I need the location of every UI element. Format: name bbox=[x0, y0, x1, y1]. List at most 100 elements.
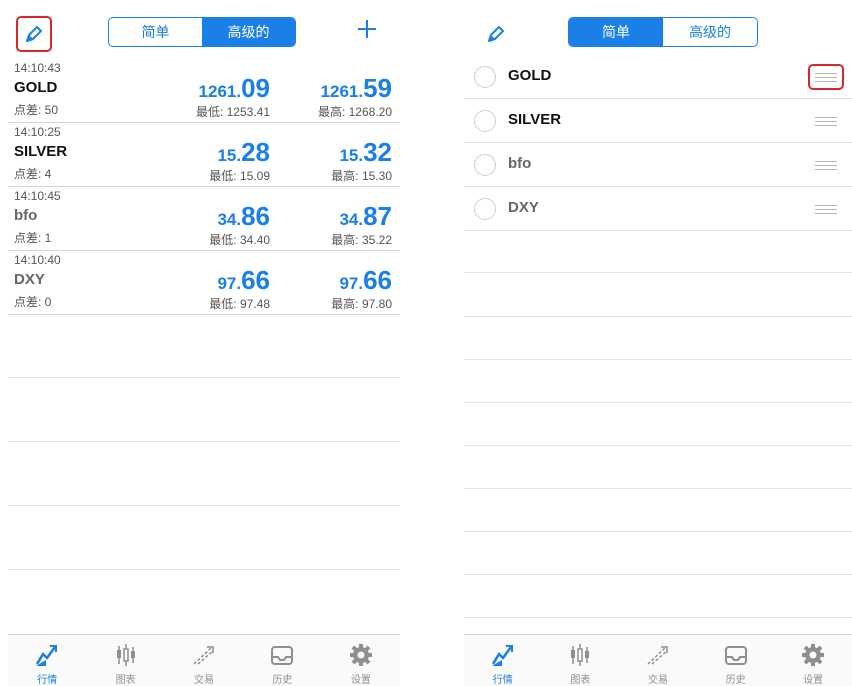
tab-trade[interactable]: 交易 bbox=[165, 635, 243, 686]
tab-settings[interactable]: 设置 bbox=[774, 635, 852, 686]
tab-label: 历史 bbox=[272, 675, 293, 686]
add-symbol-button[interactable] bbox=[352, 14, 382, 46]
ask-price: 15.32 bbox=[339, 137, 392, 167]
quote-row-gold[interactable]: 14:10:43 GOLD 点差: 50 1261.09 1261.59 最低:… bbox=[8, 59, 400, 123]
ask-price: 34.87 bbox=[339, 201, 392, 231]
reorder-handle-icon[interactable] bbox=[808, 152, 844, 178]
tab-quotes[interactable]: 行情 bbox=[8, 635, 86, 686]
select-radio[interactable] bbox=[474, 154, 496, 176]
divider bbox=[464, 488, 852, 489]
segment-simple[interactable]: 简单 bbox=[109, 18, 202, 46]
mode-segmented-control: 简单 高级的 bbox=[108, 17, 296, 47]
tab-label: 交易 bbox=[194, 675, 215, 686]
gear-icon bbox=[798, 641, 828, 669]
quote-symbol: SILVER bbox=[14, 143, 68, 160]
tab-chart[interactable]: 图表 bbox=[542, 635, 620, 686]
quote-time: 14:10:43 bbox=[14, 61, 61, 75]
symbol-row-gold: GOLD bbox=[464, 55, 852, 99]
quote-spread: 点差: 4 bbox=[14, 167, 52, 181]
quote-time: 14:10:45 bbox=[14, 189, 61, 203]
divider bbox=[464, 272, 852, 273]
tab-quotes[interactable]: 行情 bbox=[464, 635, 542, 686]
tab-label: 行情 bbox=[492, 675, 513, 686]
quote-time: 14:10:40 bbox=[14, 253, 61, 267]
symbol-row-bfo: bfo bbox=[464, 143, 852, 187]
select-radio[interactable] bbox=[474, 198, 496, 220]
symbol-name: SILVER bbox=[508, 111, 562, 128]
symbol-name: GOLD bbox=[508, 67, 552, 84]
select-radio[interactable] bbox=[474, 110, 496, 132]
divider bbox=[464, 316, 852, 317]
quotes-screen-advanced: 简单 高级的 14:10:43 GOLD 点差: 50 1261.09 1261… bbox=[8, 0, 400, 686]
tab-label: 历史 bbox=[725, 675, 746, 686]
low-price: 最低: 34.40 bbox=[209, 233, 270, 247]
high-price: 最高: 97.80 bbox=[331, 297, 392, 311]
divider bbox=[464, 445, 852, 446]
tab-chart[interactable]: 图表 bbox=[86, 635, 164, 686]
tab-label: 设置 bbox=[350, 675, 371, 686]
quote-row-silver[interactable]: 14:10:25 SILVER 点差: 4 15.28 15.32 最低: 15… bbox=[8, 123, 400, 187]
edit-button[interactable] bbox=[478, 16, 514, 52]
quote-row-dxy[interactable]: 14:10:40 DXY 点差: 0 97.66 97.66 最低: 97.48… bbox=[8, 251, 400, 315]
gear-icon bbox=[346, 641, 376, 669]
trade-icon bbox=[189, 641, 219, 669]
low-price: 最低: 1253.41 bbox=[195, 105, 270, 119]
tab-label: 设置 bbox=[803, 675, 824, 686]
symbol-row-silver: SILVER bbox=[464, 99, 852, 143]
reorder-handle-icon[interactable] bbox=[808, 196, 844, 222]
divider bbox=[8, 569, 400, 570]
tab-bar: 行情 图表 交易 历史 设置 bbox=[8, 634, 400, 686]
quote-spread: 点差: 50 bbox=[14, 103, 59, 117]
divider bbox=[464, 359, 852, 360]
tab-history[interactable]: 历史 bbox=[697, 635, 775, 686]
high-price: 最高: 35.22 bbox=[331, 233, 392, 247]
history-inbox-icon bbox=[267, 641, 297, 669]
quote-symbol: bfo bbox=[14, 207, 38, 224]
bid-price: 15.28 bbox=[217, 137, 270, 167]
tab-label: 行情 bbox=[37, 675, 58, 686]
select-radio[interactable] bbox=[474, 66, 496, 88]
segment-advanced[interactable]: 高级的 bbox=[202, 18, 295, 46]
ask-price: 97.66 bbox=[339, 265, 392, 295]
pencil-icon bbox=[26, 26, 42, 42]
candlestick-chart-icon bbox=[111, 641, 141, 669]
low-price: 最低: 97.48 bbox=[209, 297, 270, 311]
symbol-name: bfo bbox=[508, 155, 532, 172]
bid-price: 97.66 bbox=[217, 265, 270, 295]
quotes-list: 14:10:43 GOLD 点差: 50 1261.09 1261.59 最低:… bbox=[8, 59, 400, 315]
divider bbox=[8, 377, 400, 378]
header: 简单 高级的 bbox=[464, 0, 852, 60]
tab-trade[interactable]: 交易 bbox=[619, 635, 697, 686]
segment-simple[interactable]: 简单 bbox=[569, 18, 663, 46]
symbol-row-dxy: DXY bbox=[464, 187, 852, 231]
ask-price: 1261.59 bbox=[320, 73, 392, 103]
quotes-icon bbox=[488, 641, 518, 669]
divider bbox=[8, 505, 400, 506]
quote-spread: 点差: 0 bbox=[14, 295, 52, 309]
segment-advanced[interactable]: 高级的 bbox=[663, 18, 757, 46]
tab-history[interactable]: 历史 bbox=[243, 635, 321, 686]
trade-icon bbox=[643, 641, 673, 669]
reorder-handle-icon[interactable] bbox=[808, 64, 844, 90]
quote-symbol: GOLD bbox=[14, 79, 58, 96]
divider bbox=[464, 531, 852, 532]
quote-spread: 点差: 1 bbox=[14, 231, 52, 245]
quote-time: 14:10:25 bbox=[14, 125, 61, 139]
high-price: 最高: 15.30 bbox=[331, 169, 392, 183]
high-price: 最高: 1268.20 bbox=[317, 105, 392, 119]
pencil-icon bbox=[488, 26, 504, 42]
bid-price: 34.86 bbox=[217, 201, 270, 231]
tab-label: 图表 bbox=[115, 675, 136, 686]
candlestick-chart-icon bbox=[565, 641, 595, 669]
tab-label: 交易 bbox=[647, 675, 668, 686]
tab-settings[interactable]: 设置 bbox=[322, 635, 400, 686]
tab-label: 图表 bbox=[570, 675, 591, 686]
divider bbox=[464, 617, 852, 618]
mode-segmented-control: 简单 高级的 bbox=[568, 17, 758, 47]
reorder-handle-icon[interactable] bbox=[808, 108, 844, 134]
history-inbox-icon bbox=[721, 641, 751, 669]
quote-row-bfo[interactable]: 14:10:45 bfo 点差: 1 34.86 34.87 最低: 34.40… bbox=[8, 187, 400, 251]
quote-symbol: DXY bbox=[14, 271, 45, 288]
edit-button[interactable] bbox=[16, 16, 52, 52]
header: 简单 高级的 bbox=[8, 0, 400, 60]
